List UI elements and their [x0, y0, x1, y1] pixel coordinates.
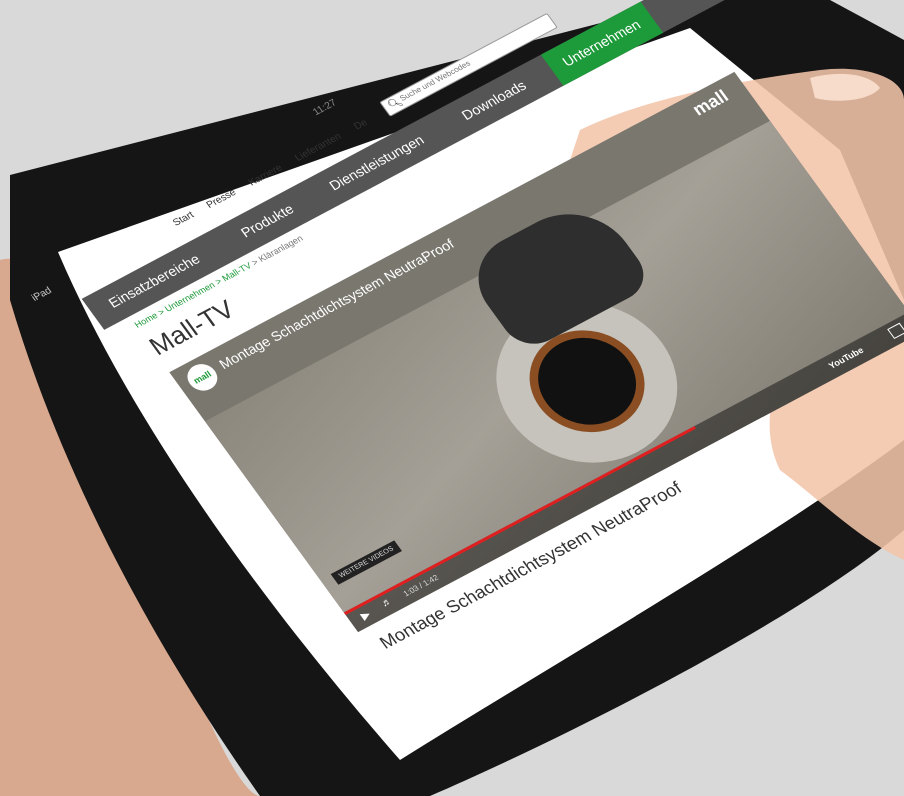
nav-unternehmen[interactable]: Unternehmen [540, 1, 663, 86]
play-icon[interactable]: ▶ [358, 608, 374, 623]
nav-karriere[interactable]: Karriere [247, 163, 285, 189]
volume-icon[interactable]: ♬ [379, 596, 394, 610]
nav-start[interactable]: Start [171, 210, 196, 229]
nav-downloads[interactable]: Downloads [458, 77, 529, 123]
nav-lieferanten[interactable]: Lieferanten [293, 131, 344, 163]
fullscreen-icon[interactable] [887, 322, 904, 340]
video-watermark: mall [688, 86, 733, 120]
channel-avatar[interactable]: mall [181, 359, 224, 396]
breadcrumb-home[interactable]: Home [133, 310, 160, 329]
nav-produkte[interactable]: Produkte [238, 201, 297, 240]
nav-language[interactable]: De [352, 117, 370, 132]
nav-presse[interactable]: Presse [204, 187, 238, 211]
